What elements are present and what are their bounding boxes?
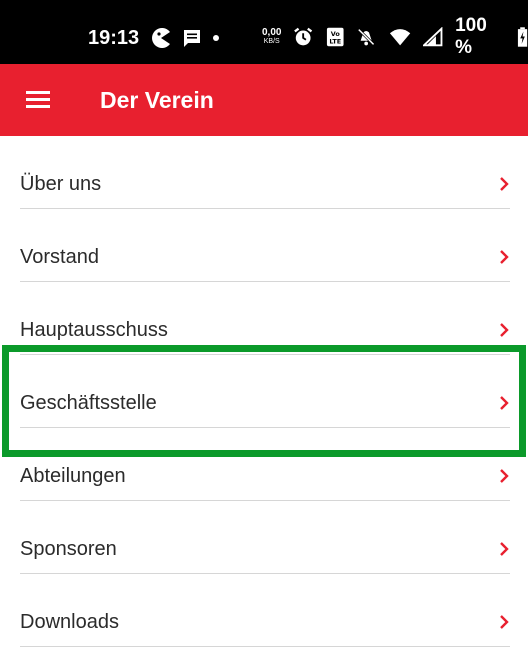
svg-text:LTE: LTE (329, 37, 341, 45)
net-speed: 0,00 KB/S (262, 28, 281, 46)
menu-list: Über uns Vorstand Hauptausschuss Geschäf… (0, 136, 528, 647)
net-speed-unit: KB/S (263, 38, 280, 45)
status-icons-right: 0,00 KB/S Vo LTE 100 % (262, 15, 528, 58)
net-speed-value: 0,00 (262, 27, 282, 38)
dot-icon (213, 35, 219, 41)
mute-icon (358, 28, 375, 46)
menu-item-label: Geschäftsstelle (20, 392, 157, 414)
hamburger-line (26, 91, 50, 94)
chevron-right-icon (500, 615, 509, 629)
chevron-right-icon (500, 177, 509, 191)
hamburger-line (26, 98, 50, 101)
status-bar: 19:13 0,00 KB/S Vo LTE 100 % (0, 0, 528, 64)
pacman-icon (152, 28, 170, 48)
volte-icon: Vo LTE (326, 27, 344, 47)
menu-item-label: Vorstand (20, 246, 99, 268)
menu-item-label: Abteilungen (20, 465, 126, 487)
menu-item-label: Sponsoren (20, 538, 117, 560)
page-title: Der Verein (100, 87, 214, 113)
chevron-right-icon (500, 323, 509, 337)
menu-item-vorstand[interactable]: Vorstand (0, 209, 528, 282)
menu-item-label: Über uns (20, 173, 102, 195)
status-time: 19:13 (88, 27, 140, 49)
menu-item-ueber-uns[interactable]: Über uns (0, 136, 528, 209)
chevron-right-icon (500, 396, 509, 410)
menu-item-label: Hauptausschuss (20, 319, 168, 341)
wifi-icon (389, 29, 410, 46)
divider (20, 646, 510, 647)
menu-item-abteilungen[interactable]: Abteilungen (0, 428, 528, 501)
menu-item-downloads[interactable]: Downloads (0, 574, 528, 647)
message-icon (184, 30, 200, 47)
menu-item-label: Downloads (20, 611, 119, 633)
menu-item-sponsoren[interactable]: Sponsoren (0, 501, 528, 574)
status-icons-left (150, 27, 220, 49)
menu-item-geschaeftsstelle[interactable]: Geschäftsstelle (0, 355, 528, 428)
app-bar: Der Verein (0, 64, 528, 136)
battery-percent: 100 % (455, 15, 487, 58)
chevron-right-icon (500, 542, 509, 556)
hamburger-line (26, 105, 50, 108)
hamburger-menu-icon[interactable] (20, 84, 56, 116)
chevron-right-icon (500, 469, 509, 483)
alarm-icon (294, 27, 313, 46)
menu-item-hauptausschuss[interactable]: Hauptausschuss (0, 282, 528, 355)
signal-icon (422, 27, 443, 47)
battery-charging-icon (517, 27, 528, 47)
chevron-right-icon (500, 250, 509, 264)
